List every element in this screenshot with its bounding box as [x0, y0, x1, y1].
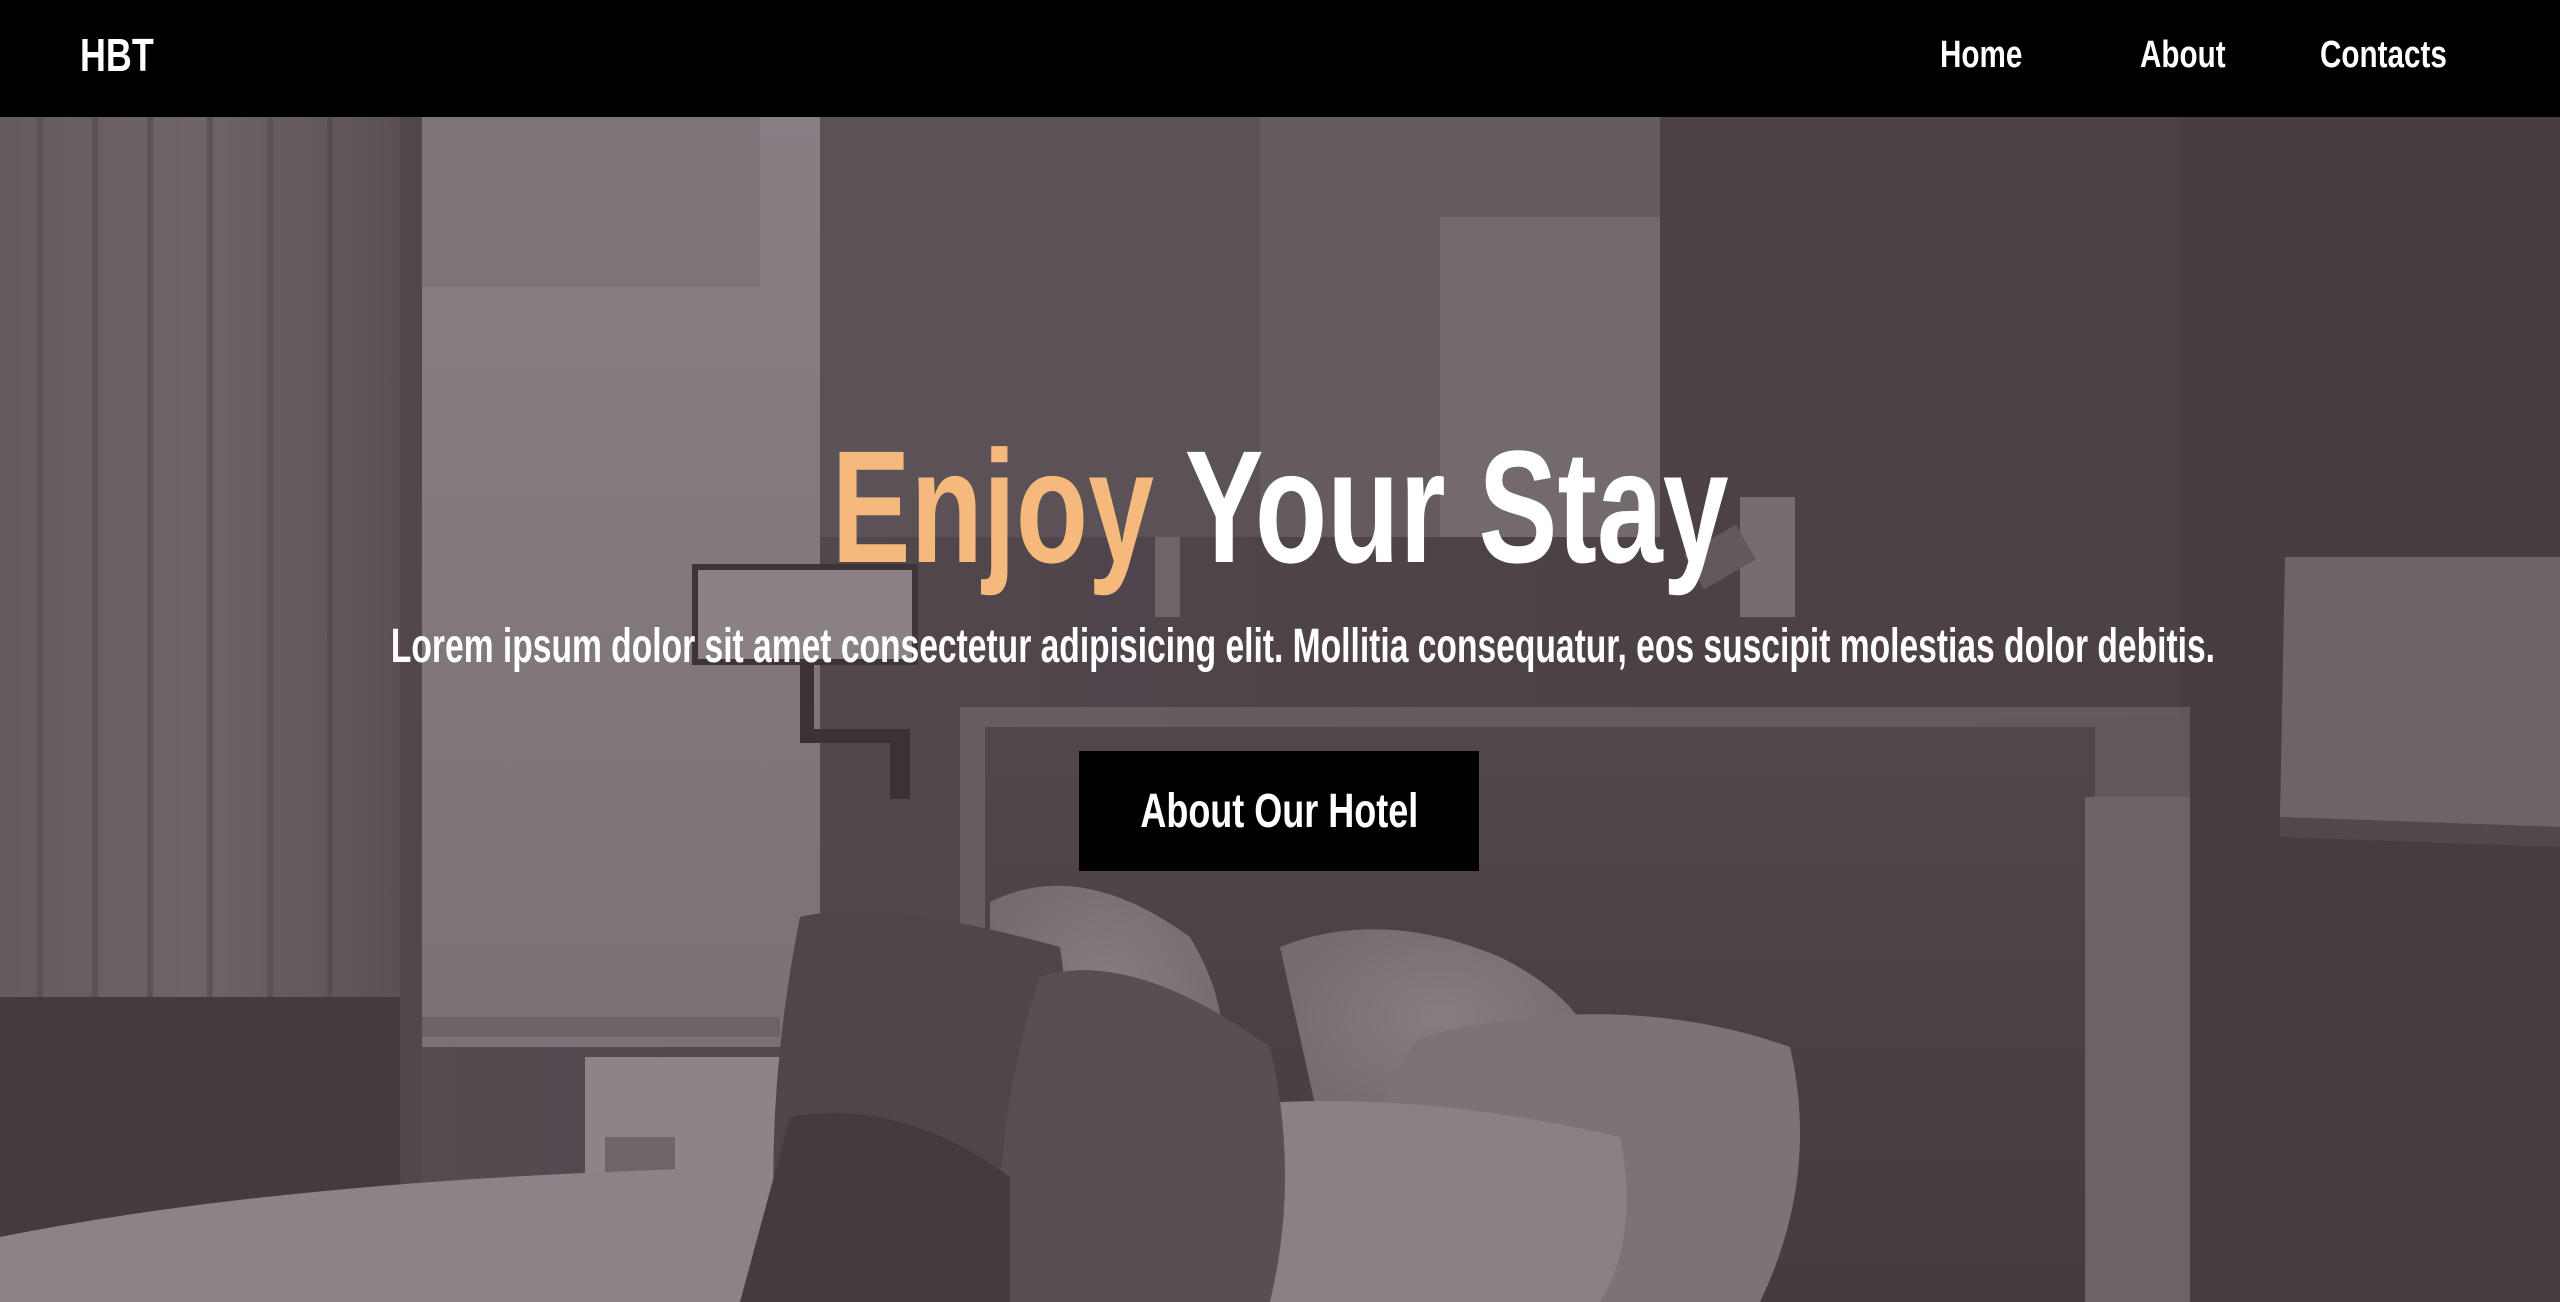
hero-subtitle: Lorem ipsum dolor sit amet consectetur a… — [0, 617, 2560, 677]
nav-link-home[interactable]: Home — [1940, 34, 2022, 77]
about-our-hotel-label: About Our Hotel — [1140, 784, 1418, 838]
hero-subtitle-text: Lorem ipsum dolor sit amet consectetur a… — [390, 620, 2215, 673]
nav-link-contacts[interactable]: Contacts — [2320, 34, 2447, 77]
brand-logo[interactable]: HBT — [80, 28, 154, 82]
hero-title-rest: Your Stay — [1184, 417, 1729, 596]
hero-title-accent: Enjoy — [831, 417, 1154, 596]
about-our-hotel-button[interactable]: About Our Hotel — [1079, 751, 1479, 871]
nav-link-about[interactable]: About — [2140, 34, 2226, 77]
hero-tint-overlay — [0, 117, 2560, 1302]
top-navbar: HBT Home About Contacts — [0, 0, 2560, 117]
hero-section: Enjoy Your Stay Lorem ipsum dolor sit am… — [0, 117, 2560, 1302]
hero-title: Enjoy Your Stay — [0, 417, 2560, 597]
